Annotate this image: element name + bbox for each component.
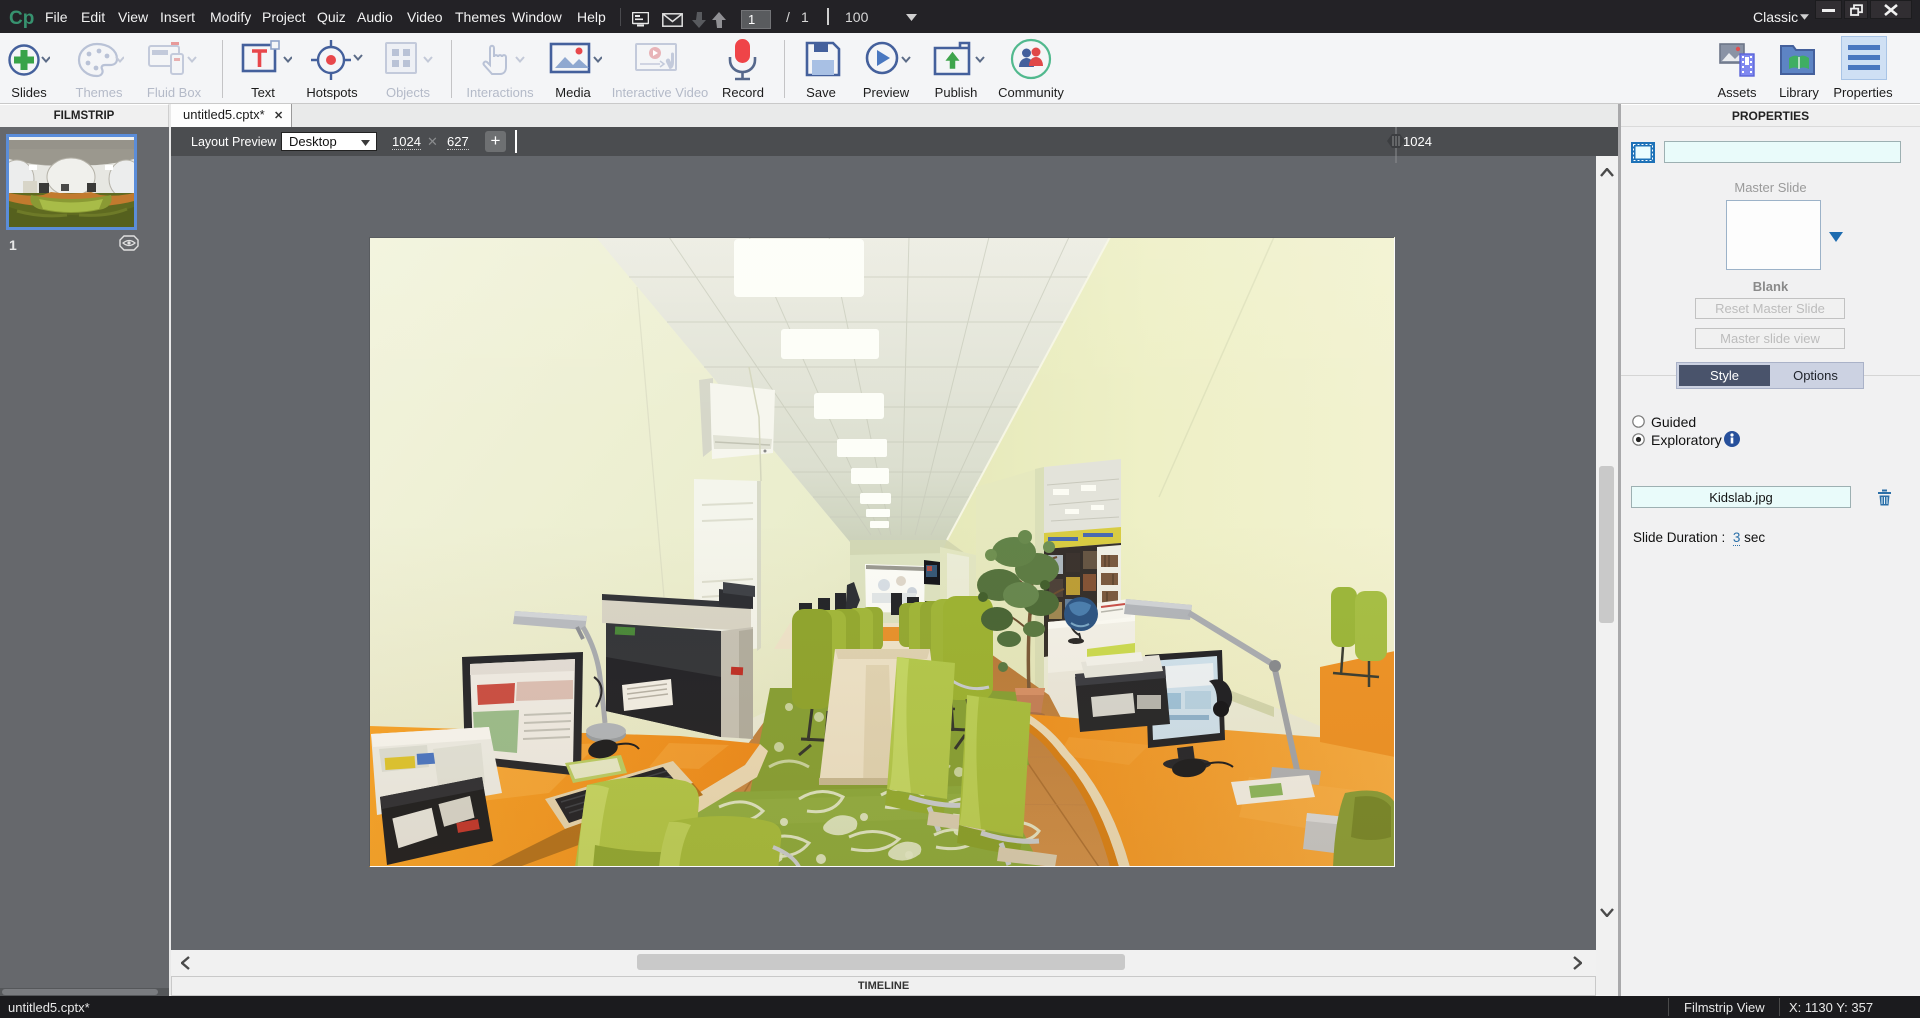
svg-text:Cp: Cp (9, 8, 34, 29)
